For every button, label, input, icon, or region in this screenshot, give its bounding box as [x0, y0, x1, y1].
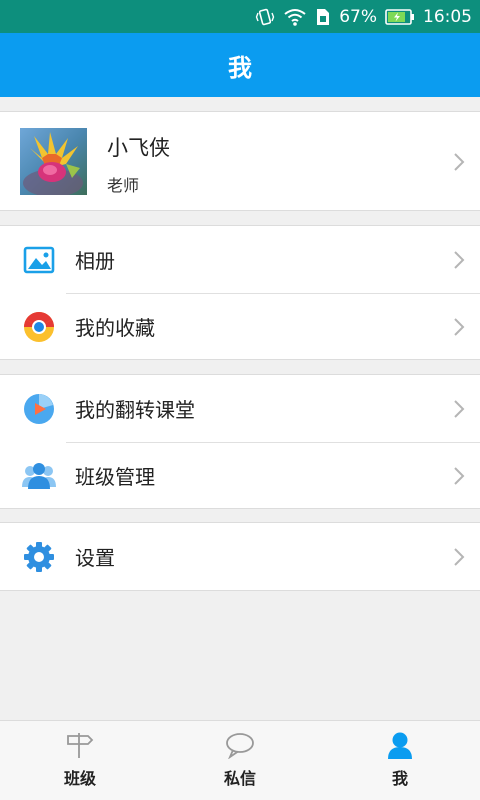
chevron-right-icon — [454, 317, 465, 336]
chevron-right-icon — [454, 399, 465, 418]
tab-label: 班级 — [63, 769, 96, 788]
menu-group-settings: 设置 — [0, 522, 480, 591]
tab-label: 私信 — [223, 769, 256, 788]
menu-item-label: 相册 — [75, 249, 115, 273]
header-bar: 我 — [0, 33, 480, 97]
signpost-icon — [65, 731, 95, 759]
sim-icon — [315, 7, 331, 27]
avatar — [20, 128, 87, 195]
menu-group-media: 相册 我的收藏 — [0, 225, 480, 360]
chevron-right-icon — [454, 250, 465, 269]
chevron-right-icon — [454, 547, 465, 566]
bottom-tab-bar: 班级 私信 我 — [0, 720, 480, 800]
album-icon — [22, 243, 56, 277]
menu-item-album[interactable]: 相册 — [0, 226, 480, 293]
person-icon — [385, 731, 415, 759]
tab-class[interactable]: 班级 — [0, 721, 160, 800]
menu-item-class-manage[interactable]: 班级管理 — [0, 442, 480, 509]
menu-item-label: 设置 — [75, 546, 115, 570]
flipped-class-icon — [22, 392, 56, 426]
menu-item-label: 班级管理 — [75, 465, 155, 489]
profile-role: 老师 — [107, 176, 140, 195]
chevron-right-icon — [454, 466, 465, 485]
menu-group-teaching: 我的翻转课堂 班级管理 — [0, 374, 480, 509]
profile-name: 小飞侠 — [107, 136, 170, 160]
menu-item-settings[interactable]: 设置 — [0, 523, 480, 590]
clock: 16:05 — [423, 6, 472, 27]
vibrate-icon — [255, 7, 275, 27]
menu-item-label: 我的翻转课堂 — [75, 398, 195, 422]
battery-percent: 67% — [339, 6, 377, 27]
menu-item-label: 我的收藏 — [75, 316, 155, 340]
battery-icon — [385, 8, 415, 25]
menu-item-favorites[interactable]: 我的收藏 — [0, 293, 480, 360]
wifi-icon — [283, 7, 307, 27]
chevron-right-icon — [454, 153, 465, 171]
status-bar: 67% 16:05 — [0, 0, 480, 33]
menu-item-flipped-class[interactable]: 我的翻转课堂 — [0, 375, 480, 442]
tab-messages[interactable]: 私信 — [160, 721, 320, 800]
page-title: 我 — [228, 53, 252, 82]
tab-me[interactable]: 我 — [320, 721, 480, 800]
profile-card[interactable]: 小飞侠 老师 — [0, 111, 480, 211]
favorites-icon — [22, 310, 56, 344]
tab-label: 我 — [391, 769, 408, 788]
class-manage-icon — [22, 459, 56, 493]
settings-icon — [22, 540, 56, 574]
chat-bubble-icon — [225, 731, 255, 759]
